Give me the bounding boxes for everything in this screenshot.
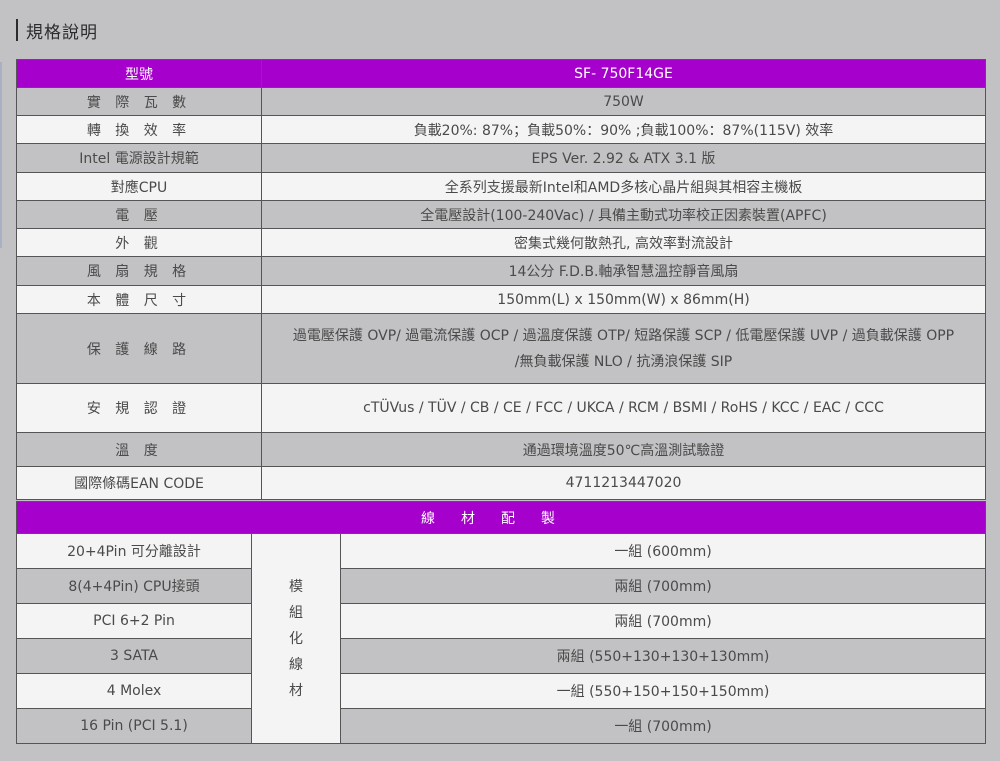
section-title: 規格說明 bbox=[26, 22, 98, 43]
spec-value: 150mm(L) x 150mm(W) x 86mm(H) bbox=[261, 285, 986, 314]
spec-row-certification: 安 規 認 證 cTÜVus / TÜV / CB / CE / FCC / U… bbox=[16, 383, 986, 433]
spec-label: 電 壓 bbox=[16, 200, 262, 229]
cable-header: 線材配製 bbox=[16, 501, 986, 534]
spec-value: 750W bbox=[261, 87, 986, 116]
section-heading: 規格說明 bbox=[16, 18, 98, 43]
spec-label: 安 規 認 證 bbox=[16, 383, 262, 433]
cable-header-row: 線材配製 bbox=[16, 501, 986, 534]
spec-label: 外 觀 bbox=[16, 228, 262, 257]
spec-value: 14公分 F.D.B.軸承智慧溫控靜音風扇 bbox=[261, 256, 986, 286]
cable-label: 4 Molex bbox=[16, 673, 252, 709]
cable-label: 16 Pin (PCI 5.1) bbox=[16, 708, 252, 744]
modular-char: 線 bbox=[289, 656, 303, 673]
modular-cable-label: 模 組 化 線 材 bbox=[251, 533, 341, 744]
cable-value: 一組 (700mm) bbox=[340, 708, 986, 744]
cable-label: PCI 6+2 Pin bbox=[16, 603, 252, 639]
spec-label: 實 際 瓦 數 bbox=[16, 87, 262, 116]
modular-char: 組 bbox=[289, 604, 303, 621]
spec-label: 國際條碼EAN CODE bbox=[16, 466, 262, 500]
spec-row-appearance: 外 觀 密集式幾何散熱孔, 高效率對流設計 bbox=[16, 228, 986, 257]
cable-label: 3 SATA bbox=[16, 638, 252, 674]
cable-row: 20+4Pin 可分離設計 模 組 化 線 材 一組 (600mm) bbox=[16, 533, 986, 744]
spec-label: Intel 電源設計規範 bbox=[16, 143, 262, 173]
cable-value: 一組 (600mm) bbox=[340, 533, 986, 569]
spec-row-wattage: 實 際 瓦 數 750W bbox=[16, 87, 986, 116]
spec-row-temperature: 溫 度 通過環境溫度50℃高溫測試驗證 bbox=[16, 432, 986, 467]
spec-value: 通過環境溫度50℃高溫測試驗證 bbox=[261, 432, 986, 467]
cable-row: 4 Molex 一組 (550+150+150+150mm) bbox=[16, 673, 986, 709]
cable-row: PCI 6+2 Pin 兩組 (700mm) bbox=[16, 603, 986, 639]
spec-label: 溫 度 bbox=[16, 432, 262, 467]
modular-char: 材 bbox=[289, 682, 303, 699]
spec-value-line: /無負載保護 NLO / 抗湧浪保護 SIP bbox=[514, 353, 733, 370]
spec-row-efficiency: 轉 換 效 率 負載20%: 87%；負載50%：90% ;負載100%：87%… bbox=[16, 115, 986, 144]
spec-value: 全系列支援最新Intel和AMD多核心晶片組與其相容主機板 bbox=[261, 172, 986, 201]
heading-marker bbox=[16, 19, 18, 41]
cable-value: 兩組 (550+130+130+130mm) bbox=[340, 638, 986, 674]
modular-char: 化 bbox=[289, 630, 303, 647]
spec-label: 對應CPU bbox=[16, 172, 262, 201]
spec-label: 轉 換 效 率 bbox=[16, 115, 262, 144]
spec-row-intel-spec: Intel 電源設計規範 EPS Ver. 2.92 & ATX 3.1 版 bbox=[16, 143, 986, 173]
spec-label: 風 扇 規 格 bbox=[16, 256, 262, 286]
spec-header-row: 型號 SF- 750F14GE bbox=[16, 59, 986, 88]
spec-value-line: 過電壓保護 OVP/ 過電流保護 OCP / 過溫度保護 OTP/ 短路保護 S… bbox=[292, 327, 955, 344]
spec-value: 過電壓保護 OVP/ 過電流保護 OCP / 過溫度保護 OTP/ 短路保護 S… bbox=[261, 313, 986, 384]
spec-row-cpu: 對應CPU 全系列支援最新Intel和AMD多核心晶片組與其相容主機板 bbox=[16, 172, 986, 201]
spec-row-voltage: 電 壓 全電壓設計(100-240Vac) / 具備主動式功率校正因素裝置(AP… bbox=[16, 200, 986, 229]
spec-row-ean: 國際條碼EAN CODE 4711213447020 bbox=[16, 466, 986, 500]
cable-value: 一組 (550+150+150+150mm) bbox=[340, 673, 986, 709]
spec-row-dimensions: 本 體 尺 寸 150mm(L) x 150mm(W) x 86mm(H) bbox=[16, 285, 986, 314]
spec-row-fan: 風 扇 規 格 14公分 F.D.B.軸承智慧溫控靜音風扇 bbox=[16, 256, 986, 286]
cable-row: 16 Pin (PCI 5.1) 一組 (700mm) bbox=[16, 708, 986, 744]
spec-value: 全電壓設計(100-240Vac) / 具備主動式功率校正因素裝置(APFC) bbox=[261, 200, 986, 229]
cable-value: 兩組 (700mm) bbox=[340, 568, 986, 604]
cable-value: 兩組 (700mm) bbox=[340, 603, 986, 639]
cable-label: 8(4+4Pin) CPU接頭 bbox=[16, 568, 252, 604]
spec-label: 保 護 線 路 bbox=[16, 313, 262, 384]
model-label: 型號 bbox=[16, 59, 262, 88]
cable-table: 線材配製 20+4Pin 可分離設計 模 組 化 線 材 一組 (600mm) … bbox=[16, 501, 986, 744]
spec-value: 密集式幾何散熱孔, 高效率對流設計 bbox=[261, 228, 986, 257]
spec-value: 負載20%: 87%；負載50%：90% ;負載100%：87%(115V) 效… bbox=[261, 115, 986, 144]
spec-value: 4711213447020 bbox=[261, 466, 986, 500]
modular-char: 模 bbox=[289, 578, 303, 595]
spec-value: cTÜVus / TÜV / CB / CE / FCC / UKCA / RC… bbox=[261, 383, 986, 433]
spec-row-protection: 保 護 線 路 過電壓保護 OVP/ 過電流保護 OCP / 過溫度保護 OTP… bbox=[16, 313, 986, 384]
model-value: SF- 750F14GE bbox=[261, 59, 986, 88]
cable-label: 20+4Pin 可分離設計 bbox=[16, 533, 252, 569]
spec-table: 型號 SF- 750F14GE 實 際 瓦 數 750W 轉 換 效 率 負載2… bbox=[16, 59, 986, 500]
cable-row: 3 SATA 兩組 (550+130+130+130mm) bbox=[16, 638, 986, 674]
spec-label: 本 體 尺 寸 bbox=[16, 285, 262, 314]
cable-row: 8(4+4Pin) CPU接頭 兩組 (700mm) bbox=[16, 568, 986, 604]
left-accent-line bbox=[0, 62, 2, 248]
spec-value: EPS Ver. 2.92 & ATX 3.1 版 bbox=[261, 143, 986, 173]
